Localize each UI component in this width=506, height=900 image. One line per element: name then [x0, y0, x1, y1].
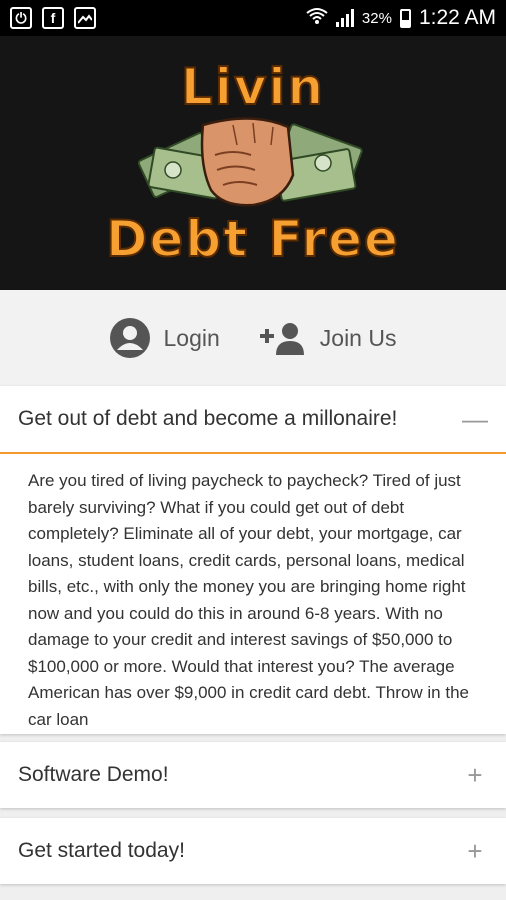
- battery-percent: 32%: [361, 9, 392, 27]
- accordion-section-start: Get started today! +: [0, 818, 506, 884]
- join-us-label: Join Us: [319, 324, 397, 351]
- accordion-header-demo[interactable]: Software Demo! +: [0, 742, 506, 808]
- account-circle-icon: [109, 318, 150, 358]
- accordion-section-debt: Get out of debt and become a millonaire!…: [0, 386, 506, 734]
- accordion-header-debt[interactable]: Get out of debt and become a millonaire!…: [0, 386, 506, 452]
- power-icon: ⏻: [10, 7, 32, 29]
- auth-bar: Login Join Us: [0, 290, 506, 386]
- person-add-icon: [259, 323, 304, 355]
- expand-icon[interactable]: +: [462, 836, 488, 867]
- logo-text-bottom: Debt Free: [105, 210, 400, 268]
- logo-text-top: Livin: [180, 58, 326, 116]
- battery-icon: [399, 8, 411, 28]
- status-bar: ⏻ f 32% 1:22 AM: [0, 0, 506, 36]
- accordion-header-start[interactable]: Get started today! +: [0, 818, 506, 884]
- accordion-section-demo: Software Demo! +: [0, 742, 506, 808]
- login-label: Login: [163, 324, 220, 351]
- join-us-button[interactable]: Join Us: [259, 321, 397, 355]
- facebook-icon: f: [42, 7, 64, 29]
- wifi-icon: [306, 7, 328, 30]
- accordion-title: Software Demo!: [18, 763, 169, 786]
- header-banner: Livin Debt Free: [0, 36, 506, 290]
- signal-icon: [335, 9, 354, 27]
- image-icon: [74, 7, 96, 29]
- login-button[interactable]: Login: [109, 318, 220, 358]
- clock: 1:22 AM: [418, 6, 496, 29]
- expand-icon[interactable]: +: [462, 760, 488, 791]
- accordion-title: Get out of debt and become a millonaire!: [18, 407, 398, 430]
- accordion-title: Get started today!: [18, 839, 185, 862]
- collapse-icon[interactable]: —: [462, 404, 488, 435]
- fist-money-logo-icon: [137, 117, 363, 207]
- accordion-body-debt: Are you tired of living paycheck to payc…: [0, 452, 506, 734]
